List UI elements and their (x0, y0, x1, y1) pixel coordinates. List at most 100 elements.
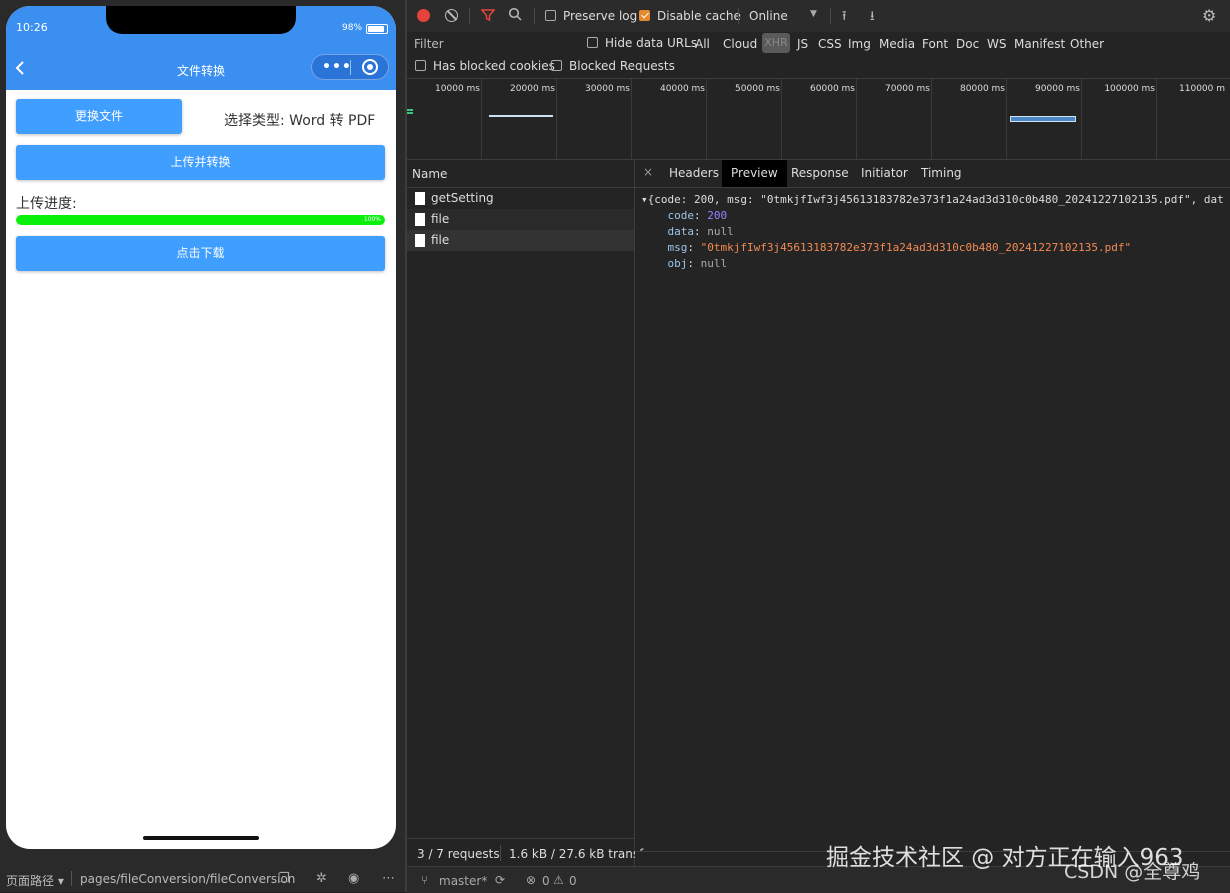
timeline-request-bar (489, 115, 553, 117)
filter-type-ws[interactable]: WS (987, 37, 1006, 51)
chevron-down-icon[interactable]: ▼ (810, 9, 817, 19)
network-toolbar: Preserve log Disable cache Online ▼ ⭱ ⭳ … (407, 0, 1230, 33)
blocked-requests-label[interactable]: Blocked Requests (569, 59, 675, 73)
warning-icon[interactable]: ⚠ (553, 873, 564, 887)
filter-type-css[interactable]: CSS (818, 37, 842, 51)
phone-notch (106, 6, 296, 34)
has-blocked-cookies-label[interactable]: Has blocked cookies (433, 59, 555, 73)
preserve-log-label[interactable]: Preserve log (563, 9, 637, 23)
detail-tabs: × Headers Preview Response Initiator Tim… (635, 160, 1230, 188)
document-icon (415, 213, 425, 226)
filter-type-img[interactable]: Img (848, 37, 871, 51)
timeline-tick-label: 100000 ms (1104, 84, 1155, 94)
json-code-value: 200 (707, 209, 728, 222)
json-summary[interactable]: {code: 200, msg: "0tmkjfIwf3j45613183782… (648, 193, 1224, 206)
tab-preview[interactable]: Preview (722, 160, 787, 187)
timeline-request-mark (407, 109, 413, 111)
disable-cache-checkbox[interactable] (639, 10, 650, 21)
request-row-file-selected[interactable]: file (407, 230, 634, 251)
throttle-select[interactable]: Online (749, 9, 788, 23)
more-dots-icon[interactable]: ••• (322, 59, 352, 75)
timeline-request-bar (1010, 116, 1076, 122)
request-row-file[interactable]: file (407, 209, 634, 230)
requests-name-header[interactable]: Name (407, 160, 634, 188)
request-row-getsetting[interactable]: getSetting (407, 188, 634, 209)
divider (830, 8, 831, 24)
filter-input[interactable]: Filter (414, 37, 444, 51)
status-time: 10:26 (16, 21, 48, 34)
sync-icon[interactable]: ⟳ (495, 873, 505, 887)
tab-initiator[interactable]: Initiator (852, 160, 917, 187)
timeline-tick-label: 10000 ms (435, 84, 480, 94)
route-path: pages/fileConversion/fileConversion (80, 872, 296, 886)
split-divider[interactable] (634, 160, 635, 866)
battery-percent: 98% (342, 23, 363, 33)
download-button[interactable]: 点击下载 (16, 236, 385, 271)
import-har-icon[interactable]: ⭱ (842, 7, 847, 29)
filter-type-doc[interactable]: Doc (956, 37, 979, 51)
network-overview-timeline[interactable]: 10000 ms 20000 ms 30000 ms 40000 ms 5000… (407, 79, 1230, 160)
export-har-icon[interactable]: ⭳ (870, 7, 875, 29)
timeline-tick-label: 40000 ms (660, 84, 705, 94)
warning-count[interactable]: 0 (569, 874, 577, 888)
tab-headers[interactable]: Headers (660, 160, 728, 187)
close-icon[interactable]: × (643, 165, 653, 179)
filter-type-font[interactable]: Font (922, 37, 948, 51)
filter-funnel-icon[interactable] (480, 8, 496, 26)
simulator-bottom-bar: 页面路径 ▾ pages/fileConversion/fileConversi… (0, 866, 405, 892)
eye-icon[interactable]: ◉ (348, 871, 359, 886)
json-msg-value: "0tmkjfIwf3j45613183782e373f1a24ad3d310c… (700, 241, 1132, 254)
gear-icon[interactable]: ⚙ (1202, 6, 1216, 25)
blocked-requests-checkbox[interactable] (551, 60, 562, 71)
git-branch-icon: ⑂ (421, 873, 429, 887)
close-target-icon[interactable] (362, 59, 378, 75)
has-blocked-cookies-checkbox[interactable] (415, 60, 426, 71)
hide-data-urls-checkbox[interactable] (587, 37, 598, 48)
progress-fill (16, 215, 385, 225)
request-name: file (431, 212, 450, 226)
change-file-button[interactable]: 更换文件 (16, 99, 182, 134)
more-icon[interactable]: ⋯ (382, 871, 395, 886)
filter-bar: Filter Hide data URLs All Cloud XHR JS C… (407, 32, 1230, 79)
filter-type-media[interactable]: Media (879, 37, 915, 51)
debug-bug-icon[interactable]: ✲ (316, 871, 327, 886)
filter-type-xhr[interactable]: XHR (762, 33, 790, 53)
hide-data-urls-label[interactable]: Hide data URLs (605, 36, 697, 50)
route-label[interactable]: 页面路径 ▾ (6, 872, 64, 889)
error-count[interactable]: 0 (542, 874, 550, 888)
clear-icon[interactable] (445, 9, 458, 22)
timeline-tick-label: 80000 ms (960, 84, 1005, 94)
expand-triangle-icon[interactable]: ▾ (641, 193, 648, 206)
git-branch[interactable]: master* (439, 874, 487, 888)
filter-type-manifest[interactable]: Manifest (1014, 37, 1065, 51)
filter-type-js[interactable]: JS (797, 37, 808, 51)
transfer-size: 1.6 kB / 27.6 kB transfe (509, 847, 651, 861)
timeline-tick-label: 110000 m (1179, 84, 1225, 94)
nav-bar: 文件转换 ••• (6, 48, 396, 90)
battery-icon (366, 24, 388, 34)
divider (738, 8, 739, 24)
record-icon[interactable] (417, 9, 430, 22)
home-indicator (143, 836, 259, 840)
upload-convert-button[interactable]: 上传并转换 (16, 145, 385, 180)
search-icon[interactable] (508, 7, 522, 25)
preserve-log-checkbox[interactable] (545, 10, 556, 21)
tab-timing[interactable]: Timing (912, 160, 971, 187)
copy-icon[interactable]: ❐ (278, 871, 290, 886)
filter-type-all[interactable]: All (695, 37, 710, 51)
divider (71, 871, 72, 886)
filter-type-other[interactable]: Other (1070, 37, 1104, 51)
progress-label: 上传进度: (16, 196, 77, 212)
error-icon[interactable]: ⊗ (526, 873, 536, 887)
select-type-label[interactable]: 选择类型: Word 转 PDF (224, 110, 375, 130)
mini-program-capsule[interactable]: ••• (311, 54, 389, 80)
request-name: getSetting (431, 191, 494, 205)
timeline-tick-label: 90000 ms (1035, 84, 1080, 94)
divider (469, 8, 470, 24)
phone-screen: 10:26 98% 文件转换 ••• 更换文件 选择类型: Word 转 PDF… (6, 6, 396, 849)
tab-response[interactable]: Response (782, 160, 858, 187)
request-count: 3 / 7 requests (417, 847, 500, 861)
disable-cache-label[interactable]: Disable cache (657, 9, 741, 23)
timeline-tick-label: 20000 ms (510, 84, 555, 94)
filter-type-cloud[interactable]: Cloud (723, 37, 757, 51)
